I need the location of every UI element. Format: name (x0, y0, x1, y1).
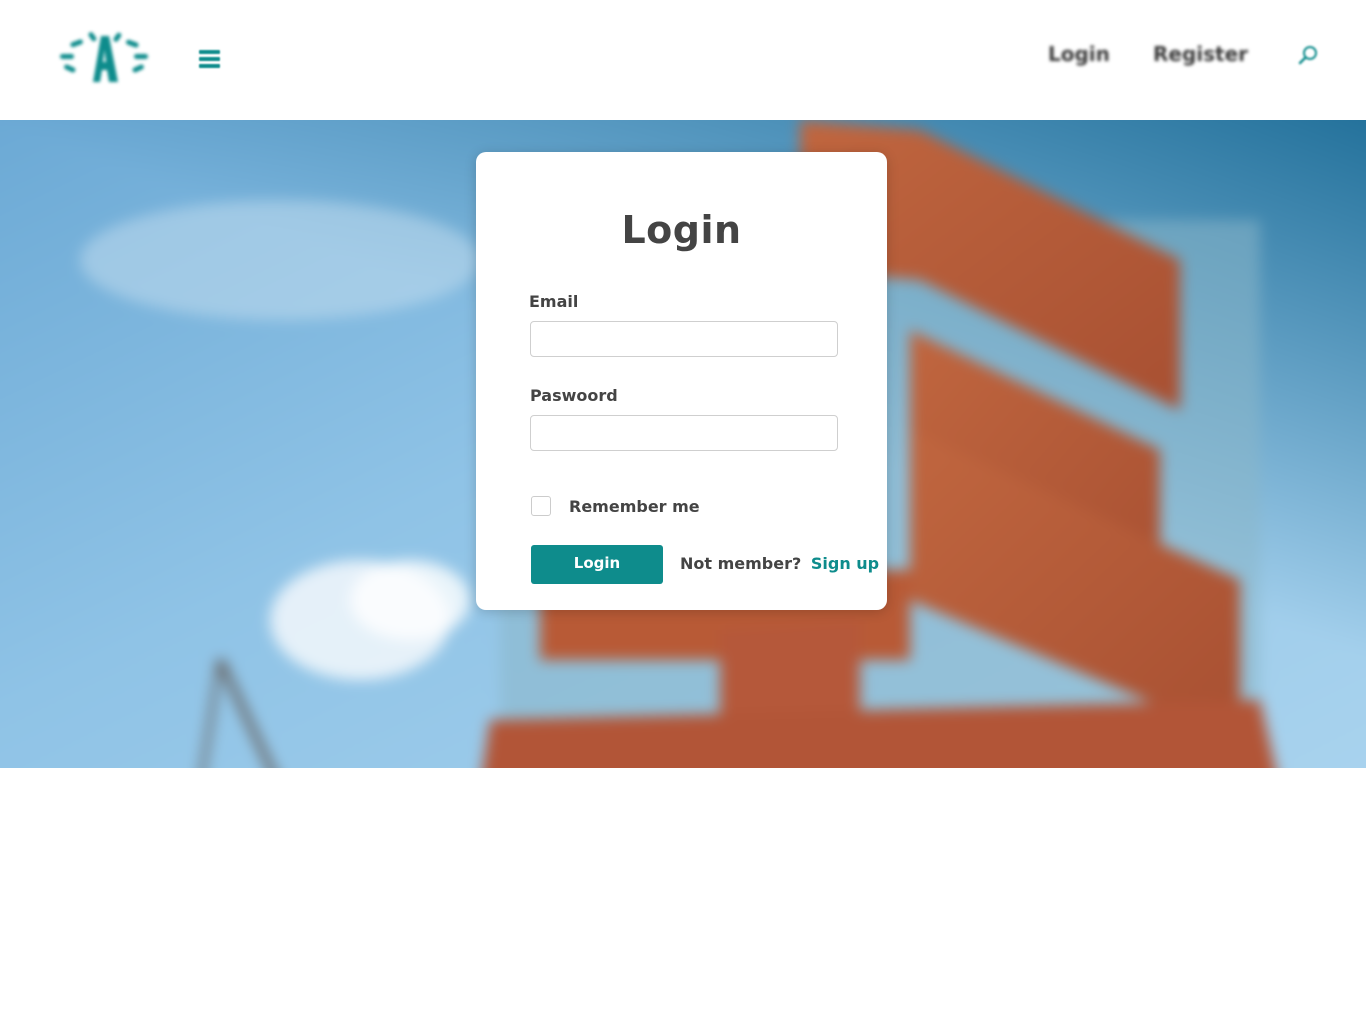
login-title: Login (621, 208, 742, 252)
password-field[interactable] (530, 415, 838, 451)
email-field[interactable] (530, 321, 838, 357)
password-label: Paswoord (530, 386, 618, 405)
nav-login-link[interactable]: Login (1048, 42, 1110, 66)
site-header: Login Register (0, 0, 1366, 120)
signup-link[interactable]: Sign up (811, 554, 879, 573)
login-card: Login Email Paswoord Remember me Login N… (476, 152, 887, 610)
remember-me-checkbox[interactable] (531, 496, 551, 516)
logo[interactable] (56, 26, 152, 90)
signup-row: Not member? Sign up (680, 553, 879, 575)
email-label: Email (529, 292, 579, 311)
nav-register-link[interactable]: Register (1153, 42, 1248, 66)
hamburger-menu-icon[interactable] (199, 50, 220, 72)
not-member-text: Not member? (680, 554, 802, 573)
remember-me-label[interactable]: Remember me (569, 496, 700, 518)
login-submit-button[interactable]: Login (531, 545, 663, 584)
search-icon[interactable] (1296, 44, 1320, 68)
antwerp-a-logo-icon (60, 32, 148, 82)
